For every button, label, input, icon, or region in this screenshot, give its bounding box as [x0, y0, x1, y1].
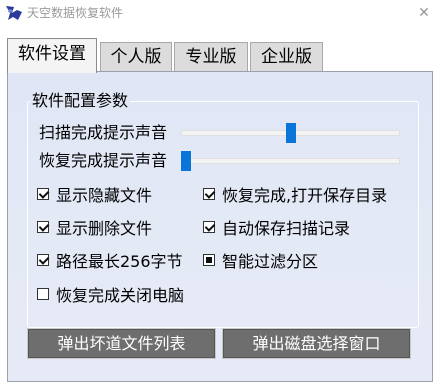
scan-sound-label: 扫描完成提示声音	[39, 123, 168, 142]
checkbox-box[interactable]	[203, 188, 215, 200]
close-icon[interactable]: ✕	[413, 2, 435, 24]
smart-filter-checkbox[interactable]: 智能过滤分区	[203, 249, 318, 271]
bad-track-list-button[interactable]: 弹出坏道文件列表	[27, 328, 216, 359]
app-window: 天空数据恢复软件 ✕ 软件设置 个人版 专业版 企业版 软件配置参数 扫描完成提…	[0, 0, 441, 389]
recover-sound-label: 恢复完成提示声音	[39, 151, 168, 170]
path-max-checkbox[interactable]: 路径最长256字节	[37, 249, 183, 271]
window-title: 天空数据恢复软件	[27, 6, 124, 20]
slider-thumb[interactable]	[181, 151, 191, 171]
checkbox-box[interactable]	[37, 288, 49, 300]
tab-personal[interactable]: 个人版	[100, 42, 172, 72]
app-logo-icon	[6, 6, 22, 20]
checkbox-label: 显示删除文件	[56, 219, 153, 238]
slider-track	[181, 158, 400, 164]
show-hidden-checkbox[interactable]: 显示隐藏文件	[37, 183, 152, 205]
scan-sound-slider[interactable]	[181, 123, 400, 143]
shutdown-checkbox[interactable]: 恢复完成关闭电脑	[37, 283, 184, 305]
checkbox-box[interactable]	[37, 188, 49, 200]
checkbox-label: 自动保存扫描记录	[222, 219, 351, 238]
checkbox-label: 路径最长256字节	[56, 252, 183, 271]
checkbox-box[interactable]	[37, 254, 49, 266]
group-title: 软件配置参数	[30, 91, 131, 111]
checkbox-box[interactable]	[37, 221, 49, 233]
slider-thumb[interactable]	[286, 123, 296, 143]
show-deleted-checkbox[interactable]: 显示删除文件	[37, 216, 152, 238]
auto-save-scan-checkbox[interactable]: 自动保存扫描记录	[203, 216, 350, 238]
checkbox-label: 恢复完成,打开保存目录	[222, 186, 388, 205]
disk-select-button[interactable]: 弹出磁盘选择窗口	[222, 328, 411, 359]
checkbox-label: 恢复完成关闭电脑	[56, 286, 185, 305]
checkbox-label: 智能过滤分区	[222, 252, 319, 271]
title-bar: 天空数据恢复软件 ✕	[0, 0, 441, 26]
recover-sound-slider[interactable]	[181, 151, 400, 171]
checkbox-label: 显示隐藏文件	[56, 186, 153, 205]
open-folder-checkbox[interactable]: 恢复完成,打开保存目录	[203, 183, 387, 205]
tab-enterprise[interactable]: 企业版	[250, 42, 323, 72]
checkbox-box[interactable]	[203, 254, 215, 266]
tab-software-settings[interactable]: 软件设置	[7, 38, 97, 73]
tab-professional[interactable]: 专业版	[174, 42, 248, 72]
checkbox-box[interactable]	[203, 221, 215, 233]
